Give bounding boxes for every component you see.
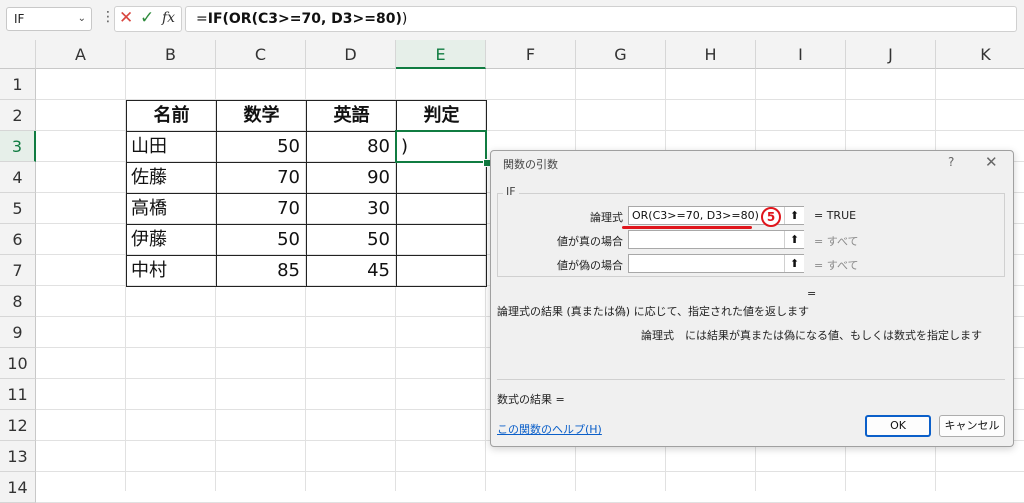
row-header-6[interactable]: 6 (0, 224, 36, 255)
formula-result: 数式の結果 = (497, 393, 565, 406)
column-header-g[interactable]: G (576, 40, 666, 69)
row-header-5[interactable]: 5 (0, 193, 36, 224)
table-header-cell[interactable]: 英語 (306, 100, 397, 132)
table-cell[interactable]: 45 (306, 255, 397, 287)
column-header-f[interactable]: F (486, 40, 576, 69)
value-if-true-result: = すべて (814, 235, 859, 248)
table-cell[interactable]: 70 (216, 162, 307, 194)
value-if-true-input[interactable]: ⬆ (628, 230, 804, 249)
collapse-dialog-icon[interactable]: ⬆ (784, 207, 804, 224)
column-header-e[interactable]: E (396, 40, 486, 69)
table-cell[interactable]: 50 (216, 131, 307, 163)
divider (497, 379, 1005, 380)
table-cell[interactable] (396, 255, 487, 287)
function-arguments-dialog: 関数の引数 ? ✕ 論理式 OR(C3>=70, D3>=80) ⬆ = TRU… (490, 150, 1014, 447)
table-cell[interactable]: 30 (306, 193, 397, 225)
argument-description: 論理式 には結果が真または偽になる値、もしくは数式を指定します (641, 329, 982, 342)
column-header-k[interactable]: K (936, 40, 1024, 69)
cancel-button[interactable]: キャンセル (939, 415, 1005, 437)
logical-test-value: OR(C3>=70, D3>=80) (632, 209, 759, 222)
row-header-1[interactable]: 1 (0, 69, 36, 100)
formula-bold: IF(OR(C3>=70, D3>=80) (207, 11, 402, 27)
row-header-2[interactable]: 2 (0, 100, 36, 131)
ok-button[interactable]: OK (865, 415, 931, 437)
row-header-12[interactable]: 12 (0, 410, 36, 441)
step-marker: 5 (761, 207, 781, 227)
insert-function-icon[interactable]: fx (162, 10, 175, 26)
arg-label-logical-test: 論理式 (590, 211, 623, 224)
table-header-cell[interactable]: 数学 (216, 100, 307, 132)
row-header-14[interactable]: 14 (0, 472, 36, 503)
row-header-3[interactable]: 3 (0, 131, 36, 162)
highlight-underline (622, 226, 752, 229)
overall-equals: = (807, 287, 817, 300)
row-header-10[interactable]: 10 (0, 348, 36, 379)
row-header-7[interactable]: 7 (0, 255, 36, 286)
logical-test-result: = TRUE (814, 209, 857, 222)
arguments-group: 論理式 OR(C3>=70, D3>=80) ⬆ = TRUE 値が真の場合 ⬆… (497, 193, 1005, 277)
function-description: 論理式の結果 (真または偽) に応じて、指定された値を返します (497, 305, 810, 318)
table-header-cell[interactable]: 名前 (126, 100, 217, 132)
table-cell[interactable]: 50 (306, 224, 397, 256)
row-header-9[interactable]: 9 (0, 317, 36, 348)
table-cell[interactable] (396, 193, 487, 225)
row-header-4[interactable]: 4 (0, 162, 36, 193)
collapse-dialog-icon[interactable]: ⬆ (784, 255, 804, 272)
row-header-13[interactable]: 13 (0, 441, 36, 472)
dialog-title: 関数の引数 (503, 158, 558, 171)
function-help-link[interactable]: この関数のヘルプ(H) (497, 421, 602, 437)
table-header-cell[interactable]: 判定 (396, 100, 487, 132)
column-header-d[interactable]: D (306, 40, 396, 69)
name-box-value: IF (14, 12, 25, 26)
row-header-8[interactable]: 8 (0, 286, 36, 317)
formula-bar: IF ⌄ ⋮ ✕ ✓ fx =IF(OR(C3>=70, D3>=80)) (0, 0, 1024, 40)
column-header-b[interactable]: B (126, 40, 216, 69)
table-cell[interactable]: 山田 (126, 131, 217, 163)
chevron-down-icon[interactable]: ⌄ (78, 8, 86, 30)
table-cell[interactable]: 70 (216, 193, 307, 225)
formula-suffix: ) (401, 11, 408, 27)
column-header-c[interactable]: C (216, 40, 306, 69)
enter-icon[interactable]: ✓ (140, 8, 154, 28)
column-header-a[interactable]: A (36, 40, 126, 69)
row-gridline (36, 471, 1024, 472)
formula-prefix: = (196, 11, 208, 27)
column-header-j[interactable]: J (846, 40, 936, 69)
row-header-11[interactable]: 11 (0, 379, 36, 410)
value-if-false-input[interactable]: ⬆ (628, 254, 804, 273)
table-cell[interactable] (396, 224, 487, 256)
table-cell[interactable]: 85 (216, 255, 307, 287)
arg-label-value-if-false: 値が偽の場合 (557, 259, 623, 272)
table-cell[interactable]: 50 (216, 224, 307, 256)
help-icon[interactable]: ? (948, 155, 954, 169)
table-cell[interactable]: 中村 (126, 255, 217, 287)
table-cell[interactable]: 高橋 (126, 193, 217, 225)
table-cell[interactable]: 佐藤 (126, 162, 217, 194)
value-if-false-result: = すべて (814, 259, 859, 272)
select-all-corner[interactable] (0, 40, 36, 69)
more-options-icon[interactable]: ⋮ (101, 9, 115, 25)
collapse-dialog-icon[interactable]: ⬆ (784, 231, 804, 248)
table-cell[interactable]: 90 (306, 162, 397, 194)
active-cell-border (395, 130, 487, 163)
formula-controls: ✕ ✓ fx (114, 6, 182, 32)
column-header-i[interactable]: I (756, 40, 846, 69)
arg-label-value-if-true: 値が真の場合 (557, 235, 623, 248)
table-cell[interactable] (396, 162, 487, 194)
close-icon[interactable]: ✕ (985, 153, 998, 171)
table-cell[interactable]: 80 (306, 131, 397, 163)
cancel-icon[interactable]: ✕ (119, 8, 133, 28)
function-name: IF (503, 185, 519, 198)
column-header-h[interactable]: H (666, 40, 756, 69)
table-cell[interactable]: 伊藤 (126, 224, 217, 256)
formula-input[interactable]: =IF(OR(C3>=70, D3>=80)) (185, 6, 1017, 32)
name-box[interactable]: IF ⌄ (6, 7, 92, 31)
